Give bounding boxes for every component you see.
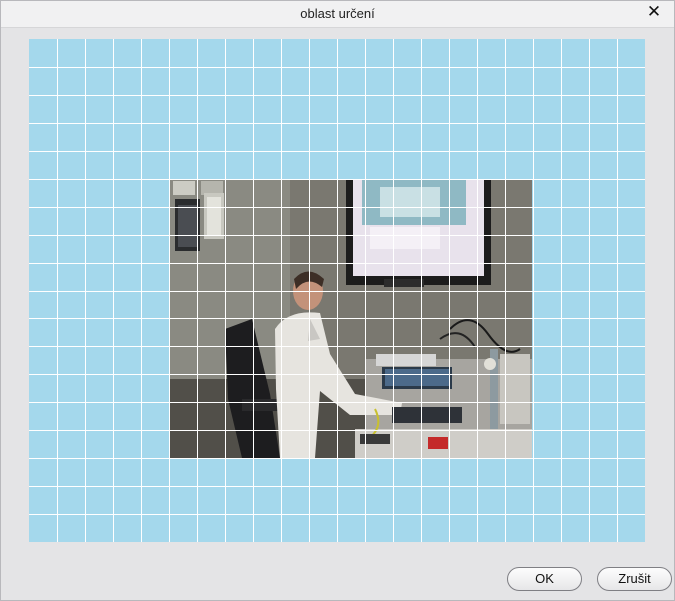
cancel-button[interactable]: Zrušit <box>597 567 672 591</box>
dialog-title: oblast určení <box>300 6 375 21</box>
region-dialog: oblast určení ✕ OK Zrušit <box>0 0 675 601</box>
close-icon[interactable]: ✕ <box>644 2 664 22</box>
title-bar: oblast určení ✕ <box>1 1 674 28</box>
region-grid[interactable] <box>29 39 645 542</box>
ok-button[interactable]: OK <box>507 567 582 591</box>
